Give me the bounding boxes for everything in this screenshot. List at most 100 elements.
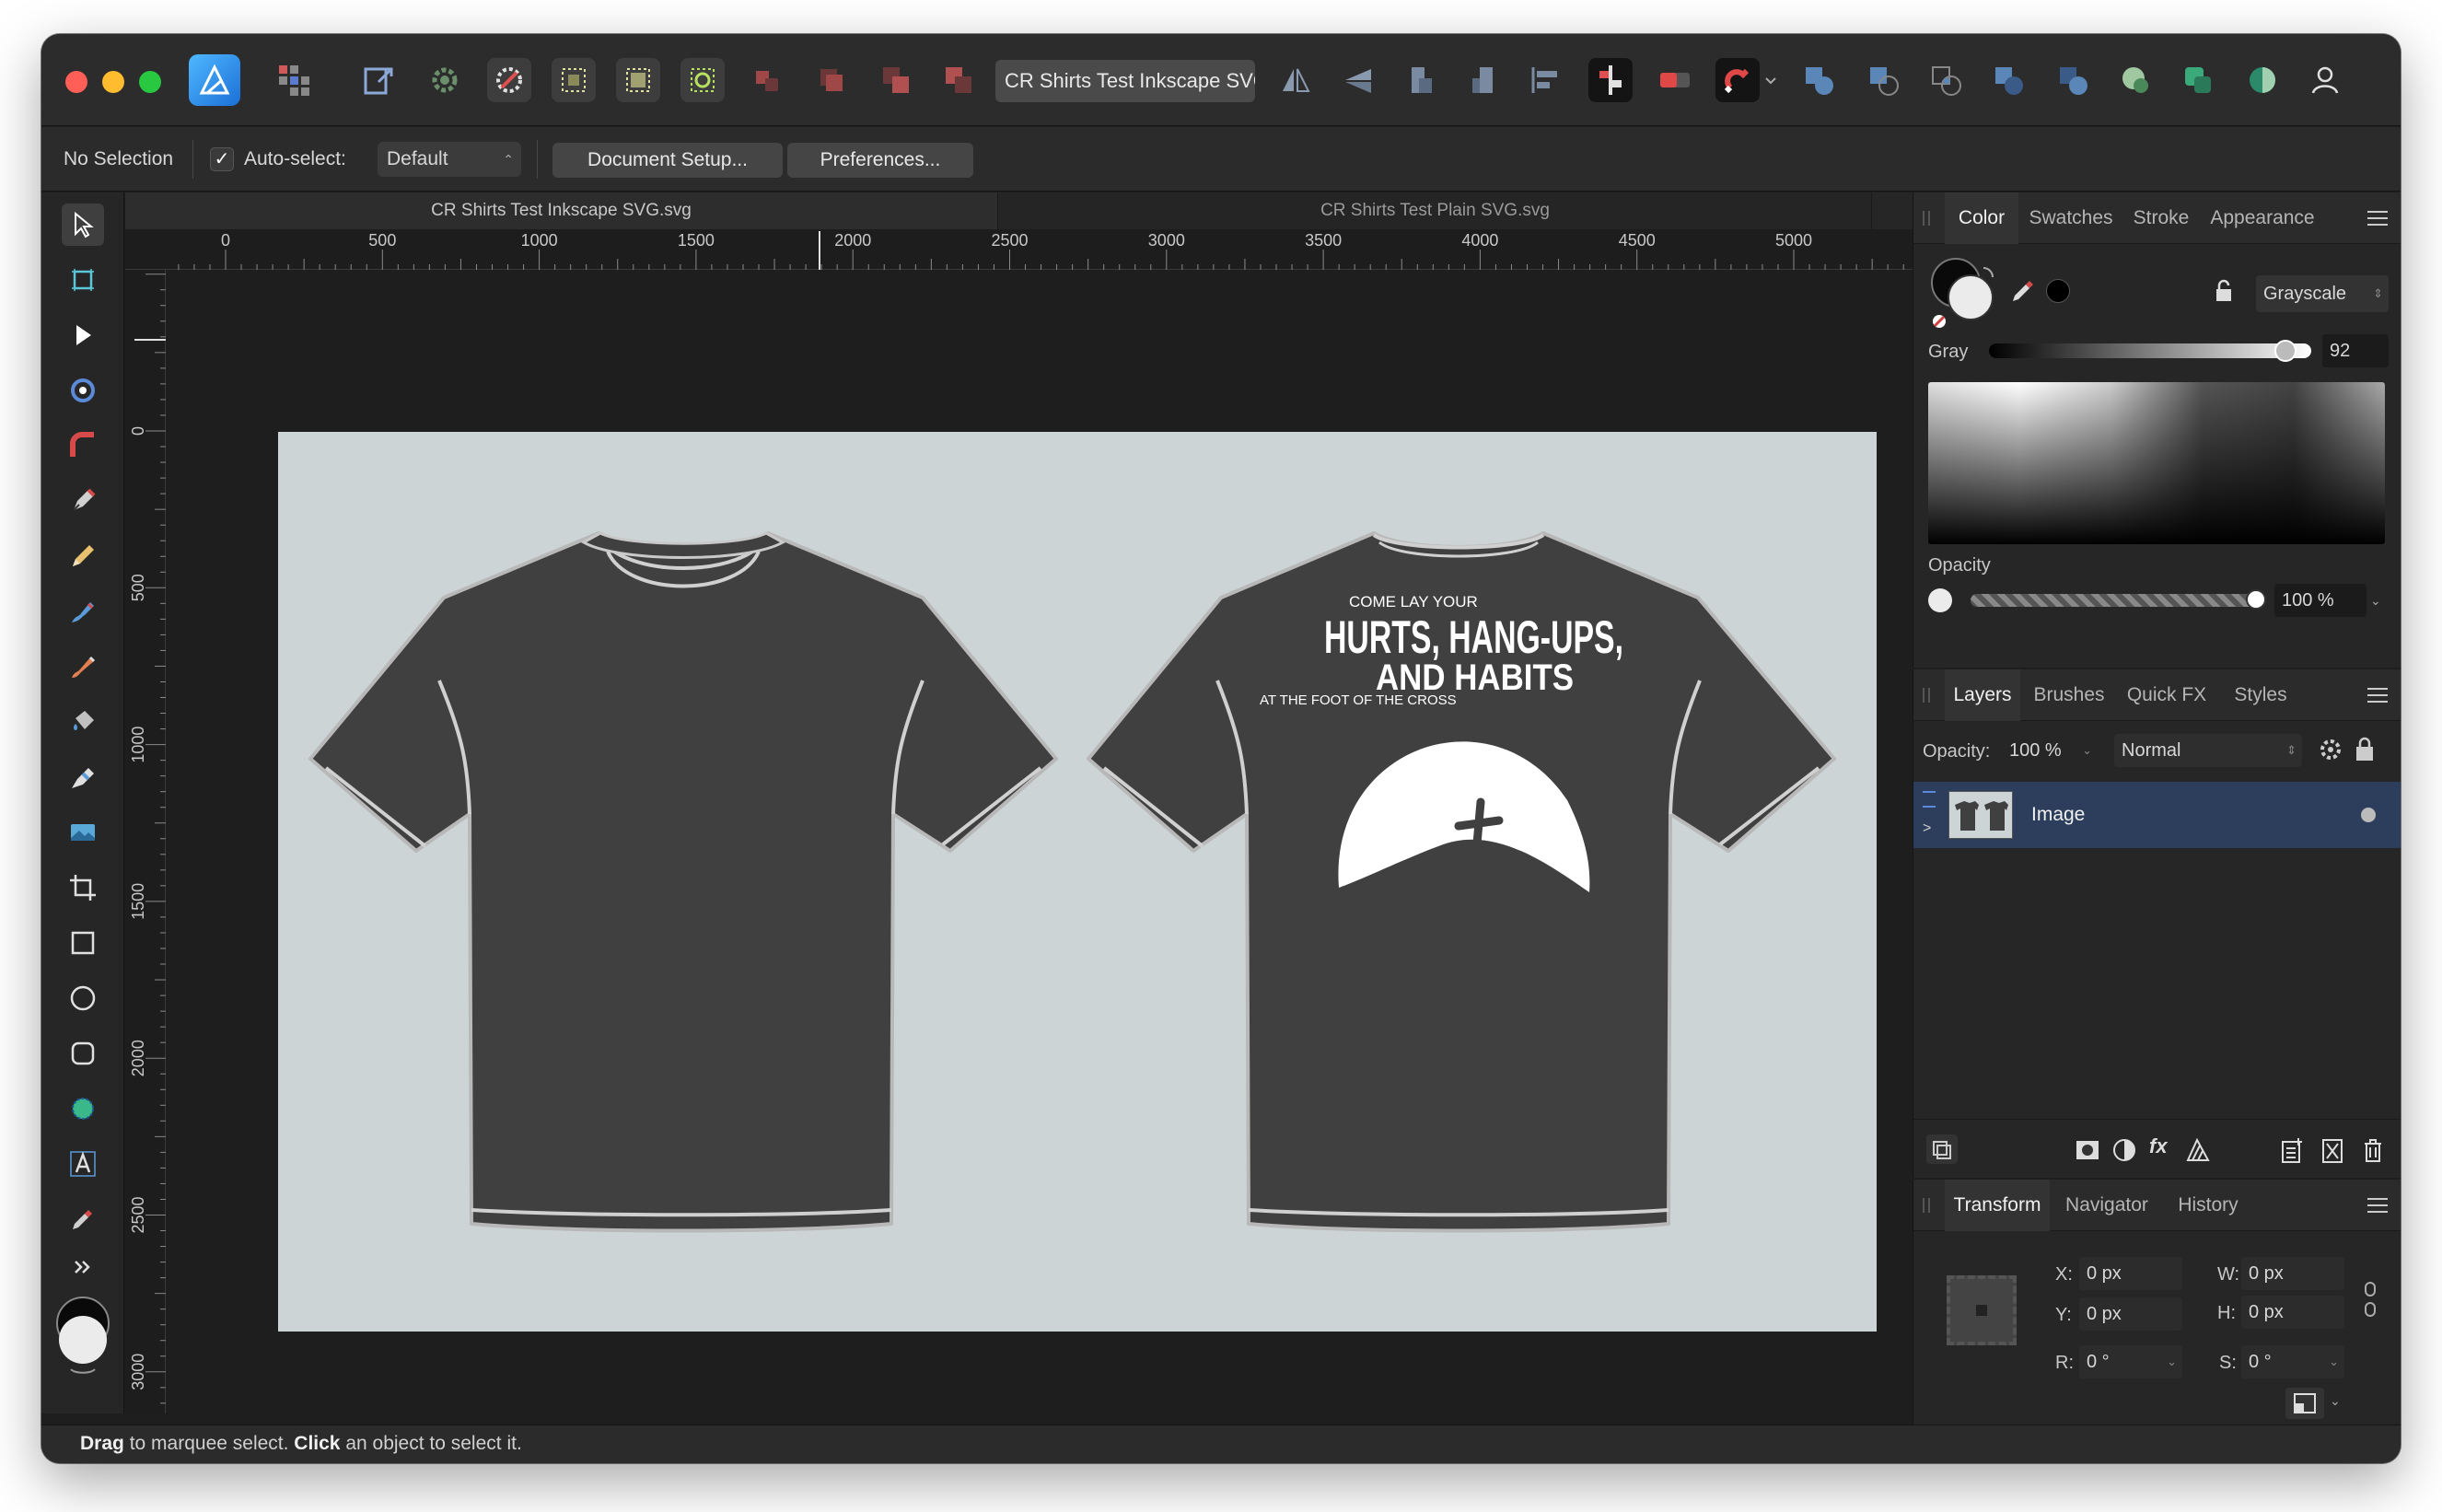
- panel-grip-icon[interactable]: [1923, 211, 1930, 226]
- add-layer-icon[interactable]: [2278, 1136, 2306, 1164]
- horizontal-ruler[interactable]: 0 500 1000 1500 2000 2500 3000 3500 4000 4500 5000: [125, 229, 1954, 270]
- maximize-window-button[interactable]: [139, 71, 161, 93]
- live-filter-icon[interactable]: [2184, 1136, 2212, 1164]
- trash-icon[interactable]: [2359, 1136, 2387, 1164]
- x-field[interactable]: 0 px: [2079, 1257, 2182, 1290]
- pencil-tool-icon[interactable]: [62, 535, 104, 577]
- rotate-right-icon[interactable]: [1461, 58, 1506, 102]
- layer-row-image[interactable]: > Image: [1913, 782, 2401, 848]
- transform-origin-icon[interactable]: [2285, 1388, 2324, 1419]
- paint-brush-tool-icon[interactable]: [62, 646, 104, 688]
- dropdown-arrow-icon[interactable]: ⌄: [2330, 1393, 2341, 1409]
- pen-tool-icon[interactable]: [62, 480, 104, 522]
- panel-grip-icon[interactable]: [1923, 1198, 1930, 1213]
- link-dimensions-icon[interactable]: [2363, 1281, 2378, 1318]
- lock-icon[interactable]: [2354, 736, 2376, 763]
- panel-grip-icon[interactable]: [1923, 688, 1930, 703]
- close-window-button[interactable]: [65, 71, 87, 93]
- settings-gear-icon[interactable]: [423, 58, 467, 102]
- gray-slider-handle[interactable]: [2274, 340, 2297, 362]
- geometry-icon[interactable]: [680, 58, 725, 102]
- shape-tool-icon[interactable]: [62, 1087, 104, 1130]
- gray-slider[interactable]: [1989, 340, 2311, 362]
- auto-select-checkbox[interactable]: ✓: [210, 147, 234, 171]
- vector-brush-tool-icon[interactable]: [62, 590, 104, 633]
- point-transform-tool-icon[interactable]: [62, 369, 104, 412]
- move-back-icon[interactable]: [809, 58, 854, 102]
- adjustment-layer-icon[interactable]: [2111, 1136, 2138, 1164]
- layer-visibility-icon[interactable]: [2361, 808, 2376, 822]
- boolean-divide-icon[interactable]: [2051, 58, 2095, 102]
- expand-chevron-icon[interactable]: >: [1923, 820, 1931, 837]
- flip-vertical-icon[interactable]: [1336, 58, 1380, 102]
- tab-plain-svg[interactable]: CR Shirts Test Plain SVG.svg: [999, 192, 1872, 229]
- document-name-field[interactable]: CR Shirts Test Inkscape SVG: [995, 60, 1255, 102]
- anchor-selector[interactable]: [1947, 1275, 2017, 1345]
- move-to-back-icon[interactable]: [936, 58, 981, 102]
- vertical-ruler[interactable]: 0 500 1000 1500 2000 2500 3000: [125, 270, 166, 1413]
- opacity-slider-handle[interactable]: [2246, 589, 2266, 610]
- shirt-front[interactable]: [308, 531, 1058, 1233]
- move-forward-icon[interactable]: [745, 58, 789, 102]
- bounding-box-icon[interactable]: [616, 58, 660, 102]
- tab-history[interactable]: History: [2164, 1180, 2252, 1231]
- rotation-field[interactable]: 0 ° ⌄: [2079, 1345, 2182, 1378]
- corner-tool-icon[interactable]: [62, 425, 104, 467]
- add-pixel-layer-icon[interactable]: [2319, 1136, 2346, 1164]
- layer-name[interactable]: Image: [2031, 782, 2085, 848]
- rectangle-tool-icon[interactable]: [62, 922, 104, 964]
- insert-inside-icon[interactable]: [2113, 58, 2157, 102]
- lock-icon[interactable]: [2214, 279, 2234, 303]
- h-field[interactable]: 0 px: [2241, 1296, 2344, 1329]
- align-icon[interactable]: [1524, 58, 1568, 102]
- gear-icon[interactable]: [2317, 736, 2344, 763]
- arrange-icon[interactable]: [1588, 58, 1633, 102]
- preferences-button[interactable]: Preferences...: [787, 143, 973, 178]
- ellipse-tool-icon[interactable]: [62, 977, 104, 1019]
- view-mode-icon[interactable]: [1653, 58, 1697, 102]
- opacity-slider[interactable]: [1971, 589, 2266, 610]
- opacity-value-field[interactable]: 100 %: [2274, 584, 2366, 617]
- picked-color-swatch[interactable]: [2046, 279, 2070, 303]
- tab-styles[interactable]: Styles: [2219, 669, 2302, 721]
- artboard[interactable]: COME LAY YOUR HURTS, HANG-UPS, AND HABIT…: [278, 432, 1877, 1332]
- w-field[interactable]: 0 px: [2241, 1257, 2344, 1290]
- opacity-dropdown-icon[interactable]: ⌄: [2370, 584, 2390, 617]
- boolean-subtract-icon[interactable]: [1861, 58, 1905, 102]
- tab-inkscape-svg[interactable]: CR Shirts Test Inkscape SVG.svg: [125, 192, 998, 229]
- fill-tool-icon[interactable]: [62, 701, 104, 743]
- auto-select-dropdown[interactable]: Default ⌃: [378, 142, 521, 177]
- insert-top-icon[interactable]: [2240, 58, 2285, 102]
- transparency-tool-icon[interactable]: [62, 756, 104, 798]
- color-spectrum[interactable]: [1928, 382, 2385, 544]
- transform-selection-icon[interactable]: [552, 58, 596, 102]
- fx-icon[interactable]: fx: [2149, 1134, 2177, 1162]
- snapping-magnet-icon[interactable]: [1715, 58, 1760, 102]
- tab-transform[interactable]: Transform: [1945, 1180, 2050, 1231]
- insert-behind-icon[interactable]: [2176, 58, 2220, 102]
- flip-horizontal-icon[interactable]: [1273, 58, 1318, 102]
- designer-persona-icon[interactable]: [189, 54, 240, 106]
- minimize-window-button[interactable]: [102, 71, 124, 93]
- tab-quick-fx[interactable]: Quick FX: [2116, 669, 2217, 721]
- artboard-tool-icon[interactable]: [62, 259, 104, 301]
- shear-field[interactable]: 0 ° ⌄: [2241, 1345, 2344, 1378]
- anchor-point[interactable]: [1976, 1305, 1987, 1316]
- panel-menu-icon[interactable]: [2367, 688, 2388, 703]
- export-persona-icon[interactable]: [356, 58, 401, 102]
- user-account-icon[interactable]: [2303, 58, 2347, 102]
- layer-options-icon[interactable]: [1926, 1134, 1958, 1164]
- boolean-xor-icon[interactable]: [1986, 58, 2030, 102]
- panel-menu-icon[interactable]: [2367, 211, 2388, 226]
- color-model-dropdown[interactable]: Grayscale ⇕: [2256, 275, 2389, 312]
- layer-opacity-field[interactable]: 100 % ⌄: [2002, 734, 2098, 767]
- blend-mode-dropdown[interactable]: Normal ⇕: [2114, 734, 2302, 767]
- move-tool-icon[interactable]: [62, 204, 104, 246]
- move-to-front-icon[interactable]: [874, 58, 918, 102]
- tab-brushes[interactable]: Brushes: [2024, 669, 2114, 721]
- tab-swatches[interactable]: Swatches: [2022, 192, 2120, 244]
- fill-stroke-selector[interactable]: [1928, 255, 2002, 329]
- boolean-add-icon[interactable]: [1797, 58, 1841, 102]
- tab-layers[interactable]: Layers: [1945, 669, 2020, 721]
- tab-color[interactable]: Color: [1945, 192, 2018, 244]
